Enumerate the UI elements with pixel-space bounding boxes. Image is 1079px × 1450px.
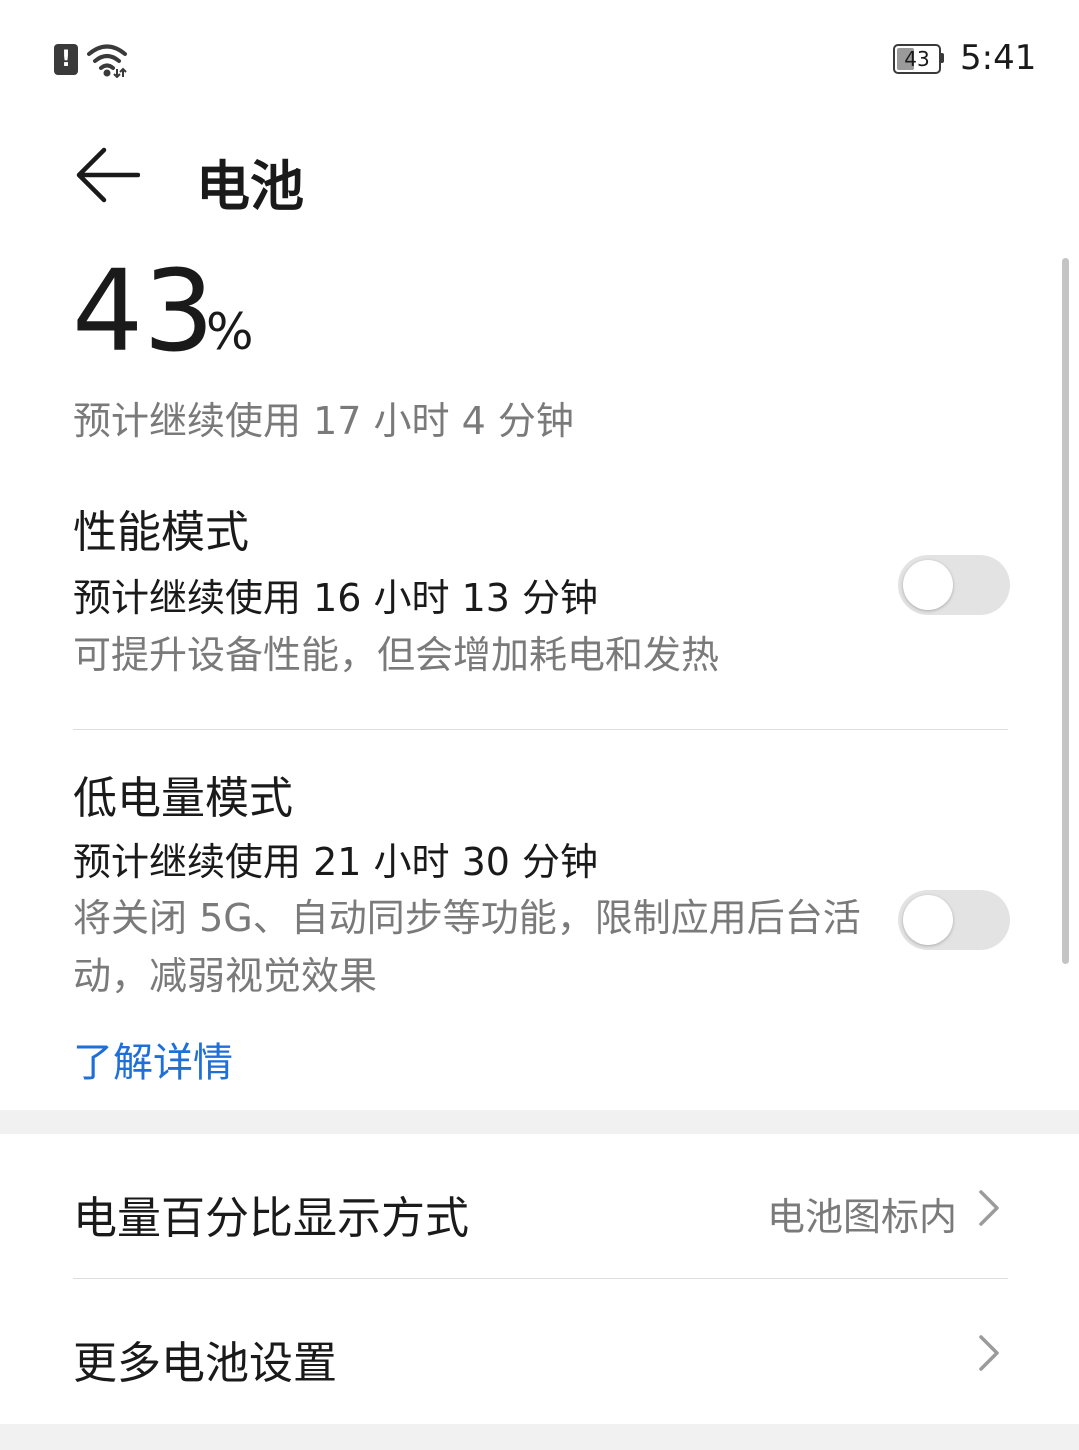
battery-percent-value: 43 (72, 247, 215, 377)
battery-level-text: 43 (904, 47, 930, 71)
toggle-knob (903, 895, 953, 945)
wifi-icon (87, 44, 127, 78)
performance-mode-estimate: 预计继续使用 16 小时 13 分钟 (73, 576, 599, 620)
performance-mode-description: 可提升设备性能，但会增加耗电和发热 (73, 633, 720, 677)
toggle-knob (903, 560, 953, 610)
performance-mode-title: 性能模式 (73, 507, 249, 558)
chevron-right-icon (979, 1335, 999, 1371)
battery-remaining-time: 预计继续使用 17 小时 4 分钟 (73, 399, 574, 443)
percentage-display-label: 电量百分比显示方式 (73, 1193, 469, 1244)
status-bar: ! 43 5:41 (0, 0, 1079, 120)
back-arrow-icon[interactable] (74, 142, 140, 208)
low-power-mode-description: 将关闭 5G、自动同步等功能，限制应用后台活动，减弱视觉效果 (73, 896, 861, 998)
bottom-separator (0, 1424, 1079, 1450)
more-battery-settings-label: 更多电池设置 (73, 1338, 337, 1389)
battery-status-icon: 43 (893, 44, 945, 74)
scrollbar[interactable] (1062, 258, 1069, 964)
low-power-mode-toggle[interactable] (898, 890, 1010, 950)
status-time: 5:41 (960, 38, 1037, 78)
page-title: 电池 (196, 155, 304, 218)
performance-mode-toggle[interactable] (898, 555, 1010, 615)
chevron-right-icon (979, 1190, 999, 1226)
low-power-mode-estimate: 预计继续使用 21 小时 30 分钟 (73, 840, 599, 884)
battery-percent-unit: % (206, 303, 254, 361)
divider (73, 729, 1008, 730)
learn-more-link[interactable]: 了解详情 (73, 1030, 233, 1088)
section-separator (0, 1110, 1079, 1134)
percentage-display-value: 电池图标内 (766, 1195, 957, 1239)
alert-icon: ! (54, 44, 78, 75)
divider (73, 1278, 1008, 1279)
low-power-mode-title: 低电量模式 (73, 773, 293, 824)
